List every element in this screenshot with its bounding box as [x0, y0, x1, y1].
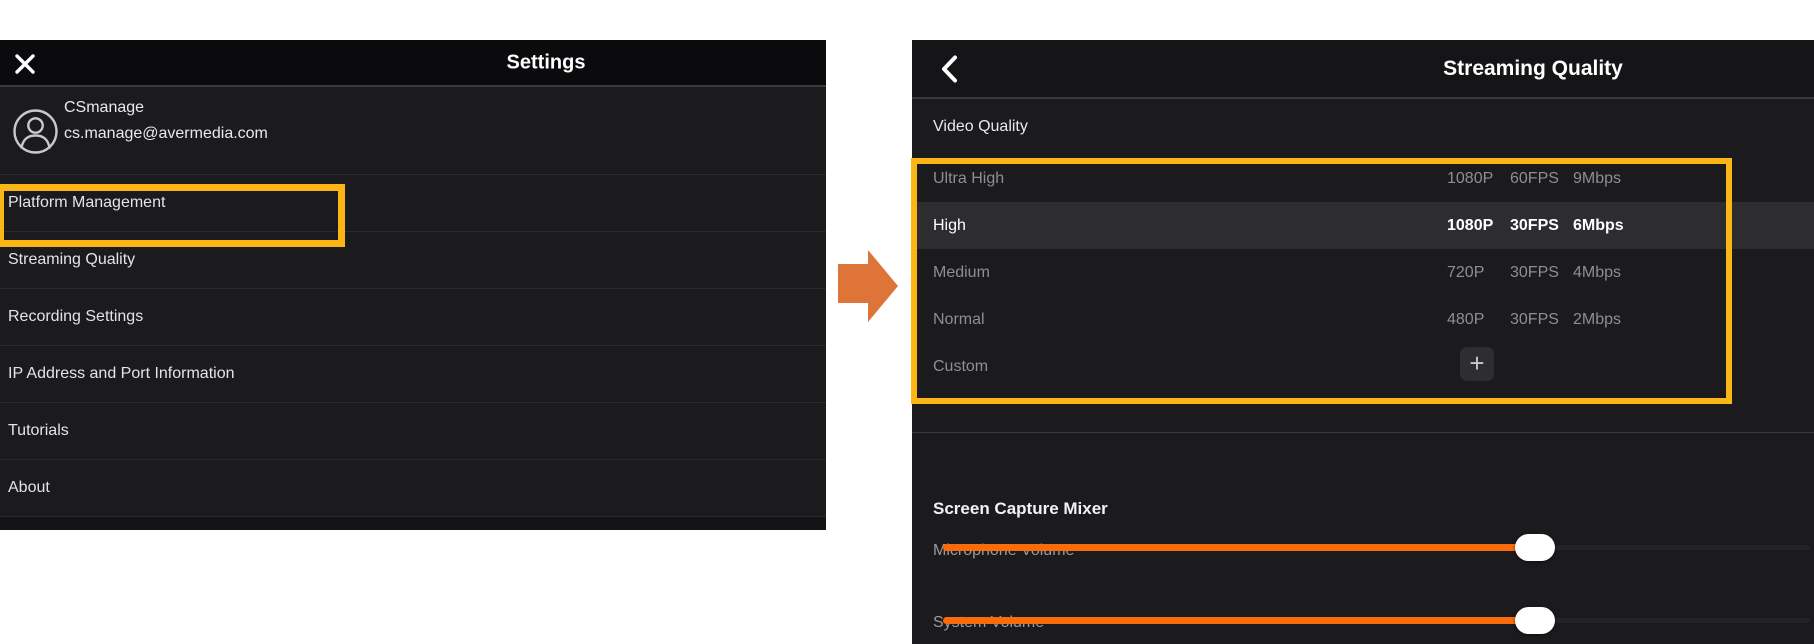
- sidebar-item-streaming-quality[interactable]: Streaming Quality: [0, 232, 826, 289]
- quality-option-ultra-high[interactable]: Ultra High 1080P 60FPS 9Mbps: [912, 155, 1814, 202]
- slider-fill: [943, 544, 1535, 551]
- video-quality-section-label: Video Quality: [912, 99, 1814, 155]
- sidebar-item-label: Streaming Quality: [8, 251, 135, 269]
- sidebar-item-tutorials[interactable]: Tutorials: [0, 403, 826, 460]
- quality-values: 1080P 30FPS 6Mbps: [1447, 217, 1624, 235]
- quality-label: Ultra High: [912, 170, 1004, 188]
- quality-option-high[interactable]: High 1080P 30FPS 6Mbps: [912, 202, 1814, 249]
- sidebar-item-ip-address-port[interactable]: IP Address and Port Information: [0, 346, 826, 403]
- sidebar-item-about[interactable]: About: [0, 460, 826, 517]
- bitrate-value: 6Mbps: [1573, 217, 1624, 235]
- close-icon[interactable]: [13, 52, 37, 76]
- resolution-value: 480P: [1447, 311, 1510, 329]
- sidebar-item-label: About: [8, 479, 50, 497]
- quality-label: Medium: [912, 264, 990, 282]
- streaming-quality-header: Streaming Quality: [912, 40, 1814, 99]
- quality-values: 1080P 60FPS 9Mbps: [1447, 170, 1621, 188]
- sidebar-item-platform-management[interactable]: Platform Management: [0, 175, 826, 232]
- sidebar-item-label: IP Address and Port Information: [8, 365, 235, 383]
- sidebar-item-recording-settings[interactable]: Recording Settings: [0, 289, 826, 346]
- account-row[interactable]: CSmanage cs.manage@avermedia.com: [0, 87, 826, 175]
- streaming-quality-panel: Streaming Quality Video Quality Ultra Hi…: [912, 40, 1814, 644]
- panel-bottom-strip: [0, 517, 826, 530]
- slider-thumb[interactable]: [1515, 607, 1555, 634]
- quality-option-normal[interactable]: Normal 480P 30FPS 2Mbps: [912, 296, 1814, 343]
- resolution-value: 1080P: [1447, 217, 1510, 235]
- quality-option-custom[interactable]: Custom +: [912, 343, 1814, 390]
- bitrate-value: 4Mbps: [1573, 264, 1621, 282]
- settings-header: Settings: [0, 40, 826, 87]
- fps-value: 60FPS: [1510, 170, 1573, 188]
- settings-panel: Settings CSmanage cs.manage@avermedia.co…: [0, 40, 826, 530]
- system-volume-slider[interactable]: [943, 607, 1810, 634]
- back-chevron-icon[interactable]: [940, 55, 958, 83]
- quality-label: High: [912, 217, 966, 235]
- microphone-volume-slider[interactable]: [943, 534, 1810, 561]
- fps-value: 30FPS: [1510, 217, 1573, 235]
- section-divider: [912, 432, 1814, 433]
- sidebar-item-label: Platform Management: [8, 194, 165, 212]
- bitrate-value: 9Mbps: [1573, 170, 1621, 188]
- fps-value: 30FPS: [1510, 264, 1573, 282]
- right-arrow-icon: [838, 250, 898, 322]
- quality-values: 480P 30FPS 2Mbps: [1447, 311, 1621, 329]
- sidebar-item-label: Tutorials: [8, 422, 69, 440]
- add-custom-quality-button[interactable]: +: [1460, 347, 1494, 381]
- account-name: CSmanage: [64, 99, 144, 117]
- resolution-value: 720P: [1447, 264, 1510, 282]
- screenshot-canvas: Settings CSmanage cs.manage@avermedia.co…: [0, 0, 1814, 644]
- quality-label: Normal: [912, 311, 985, 329]
- bitrate-value: 2Mbps: [1573, 311, 1621, 329]
- resolution-value: 1080P: [1447, 170, 1510, 188]
- section-label-text: Video Quality: [933, 118, 1028, 136]
- account-email: cs.manage@avermedia.com: [64, 125, 268, 143]
- sidebar-item-label: Recording Settings: [8, 308, 143, 326]
- slider-fill: [943, 617, 1535, 624]
- fps-value: 30FPS: [1510, 311, 1573, 329]
- page-title: Settings: [507, 51, 586, 74]
- slider-thumb[interactable]: [1515, 534, 1555, 561]
- avatar-icon: [12, 108, 59, 155]
- mixer-section-label: Screen Capture Mixer: [933, 499, 1108, 519]
- quality-values: 720P 30FPS 4Mbps: [1447, 264, 1621, 282]
- page-title: Streaming Quality: [1443, 57, 1623, 81]
- quality-option-medium[interactable]: Medium 720P 30FPS 4Mbps: [912, 249, 1814, 296]
- quality-label: Custom: [912, 358, 988, 376]
